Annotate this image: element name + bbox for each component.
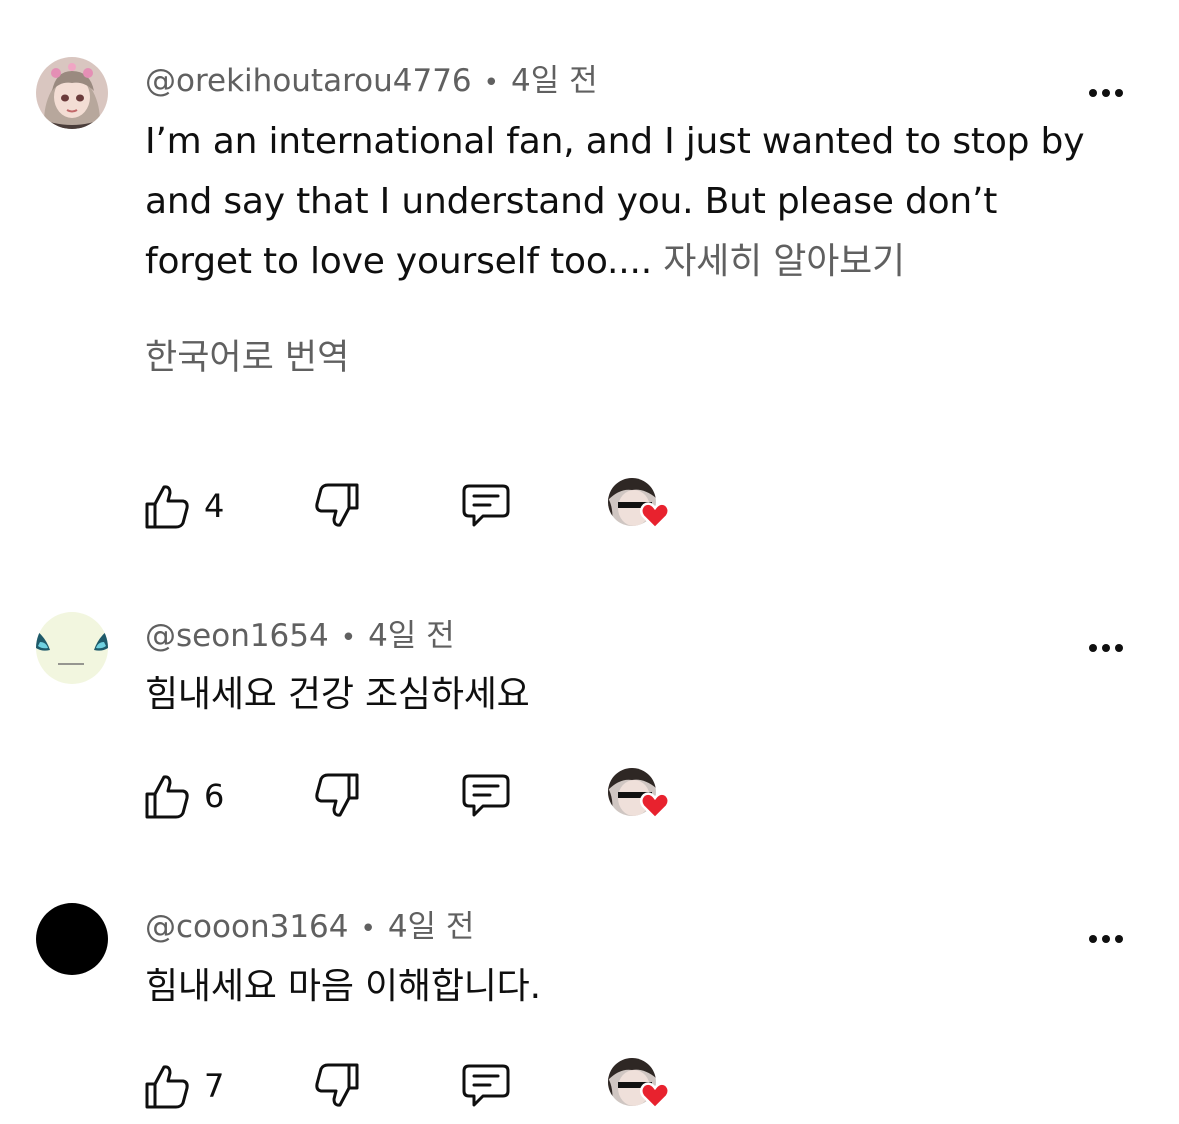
author-name[interactable]: @seon1654 xyxy=(145,618,329,654)
like-count: 7 xyxy=(204,1067,225,1105)
separator-dot: • xyxy=(340,623,357,653)
comment-actions: 7 xyxy=(0,1054,1179,1118)
comment-time: 4일 전 xyxy=(387,909,475,945)
comment-body: 힘내세요 마음 이해합니다. xyxy=(145,966,541,1007)
like-count: 4 xyxy=(204,487,225,525)
comment-meta: @cooon3164 • 4일 전 xyxy=(145,907,474,949)
comment-meta: @orekihoutarou4776 • 4일 전 xyxy=(145,61,598,103)
reply-button[interactable] xyxy=(461,764,511,828)
separator-dot: • xyxy=(360,914,376,944)
heart-icon xyxy=(640,792,670,820)
comment-body: 힘내세요 건강 조심하세요 xyxy=(145,674,530,715)
like-count: 6 xyxy=(204,777,225,815)
reply-button[interactable] xyxy=(461,474,511,538)
more-options-icon xyxy=(1089,89,1097,97)
dislike-button[interactable] xyxy=(314,474,360,538)
creator-heart-badge xyxy=(608,478,672,534)
comment-body: I’m an international fan, and I just wan… xyxy=(145,121,1085,282)
creator-heart-badge xyxy=(608,1058,672,1114)
heart-icon xyxy=(640,1082,670,1110)
more-options-icon xyxy=(1089,935,1097,943)
reply-comment-icon xyxy=(462,774,510,817)
comment-text: 힘내세요 마음 이해합니다. xyxy=(145,957,1105,1017)
thumbs-down-icon xyxy=(315,1063,359,1107)
translate-link[interactable]: 한국어로 번역 xyxy=(145,334,349,382)
more-options-button[interactable] xyxy=(1082,634,1130,662)
thumbs-down-icon xyxy=(315,483,359,527)
read-more-link[interactable]: 자세히 알아보기 xyxy=(663,241,905,282)
thumbs-up-icon xyxy=(145,485,189,529)
more-options-icon xyxy=(1089,644,1097,652)
like-button[interactable]: 4 xyxy=(144,474,224,538)
dislike-button[interactable] xyxy=(314,1054,360,1118)
like-button[interactable]: 7 xyxy=(144,1054,224,1118)
creator-heart-badge xyxy=(608,768,672,824)
comment-time: 4일 전 xyxy=(511,63,598,99)
avatar[interactable] xyxy=(36,612,108,684)
anime-girl-avatar-icon xyxy=(36,57,108,129)
more-options-button[interactable] xyxy=(1082,925,1130,953)
comment-time: 4일 전 xyxy=(368,618,455,654)
heart-icon xyxy=(640,502,670,530)
comment-meta: @seon1654 • 4일 전 xyxy=(145,616,455,658)
reply-button[interactable] xyxy=(461,1054,511,1118)
dislike-button[interactable] xyxy=(314,764,360,828)
cartoon-face-avatar-icon xyxy=(36,612,108,684)
comment-actions: 4 xyxy=(0,474,1179,538)
thumbs-down-icon xyxy=(315,773,359,817)
author-name[interactable]: @orekihoutarou4776 xyxy=(145,63,472,99)
avatar[interactable] xyxy=(36,57,108,129)
comment-actions: 6 xyxy=(0,764,1179,828)
like-button[interactable]: 6 xyxy=(144,764,224,828)
comment-text: I’m an international fan, and I just wan… xyxy=(145,112,1105,292)
separator-dot: • xyxy=(483,68,499,98)
more-options-button[interactable] xyxy=(1082,79,1130,107)
thumbs-up-icon xyxy=(145,775,189,819)
comment-text: 힘내세요 건강 조심하세요 xyxy=(145,665,1105,725)
reply-comment-icon xyxy=(462,1064,510,1107)
thumbs-up-icon xyxy=(145,1065,189,1109)
black-circle-avatar-icon xyxy=(36,903,108,975)
reply-comment-icon xyxy=(462,484,510,527)
avatar[interactable] xyxy=(36,903,108,975)
author-name[interactable]: @cooon3164 xyxy=(145,909,348,945)
